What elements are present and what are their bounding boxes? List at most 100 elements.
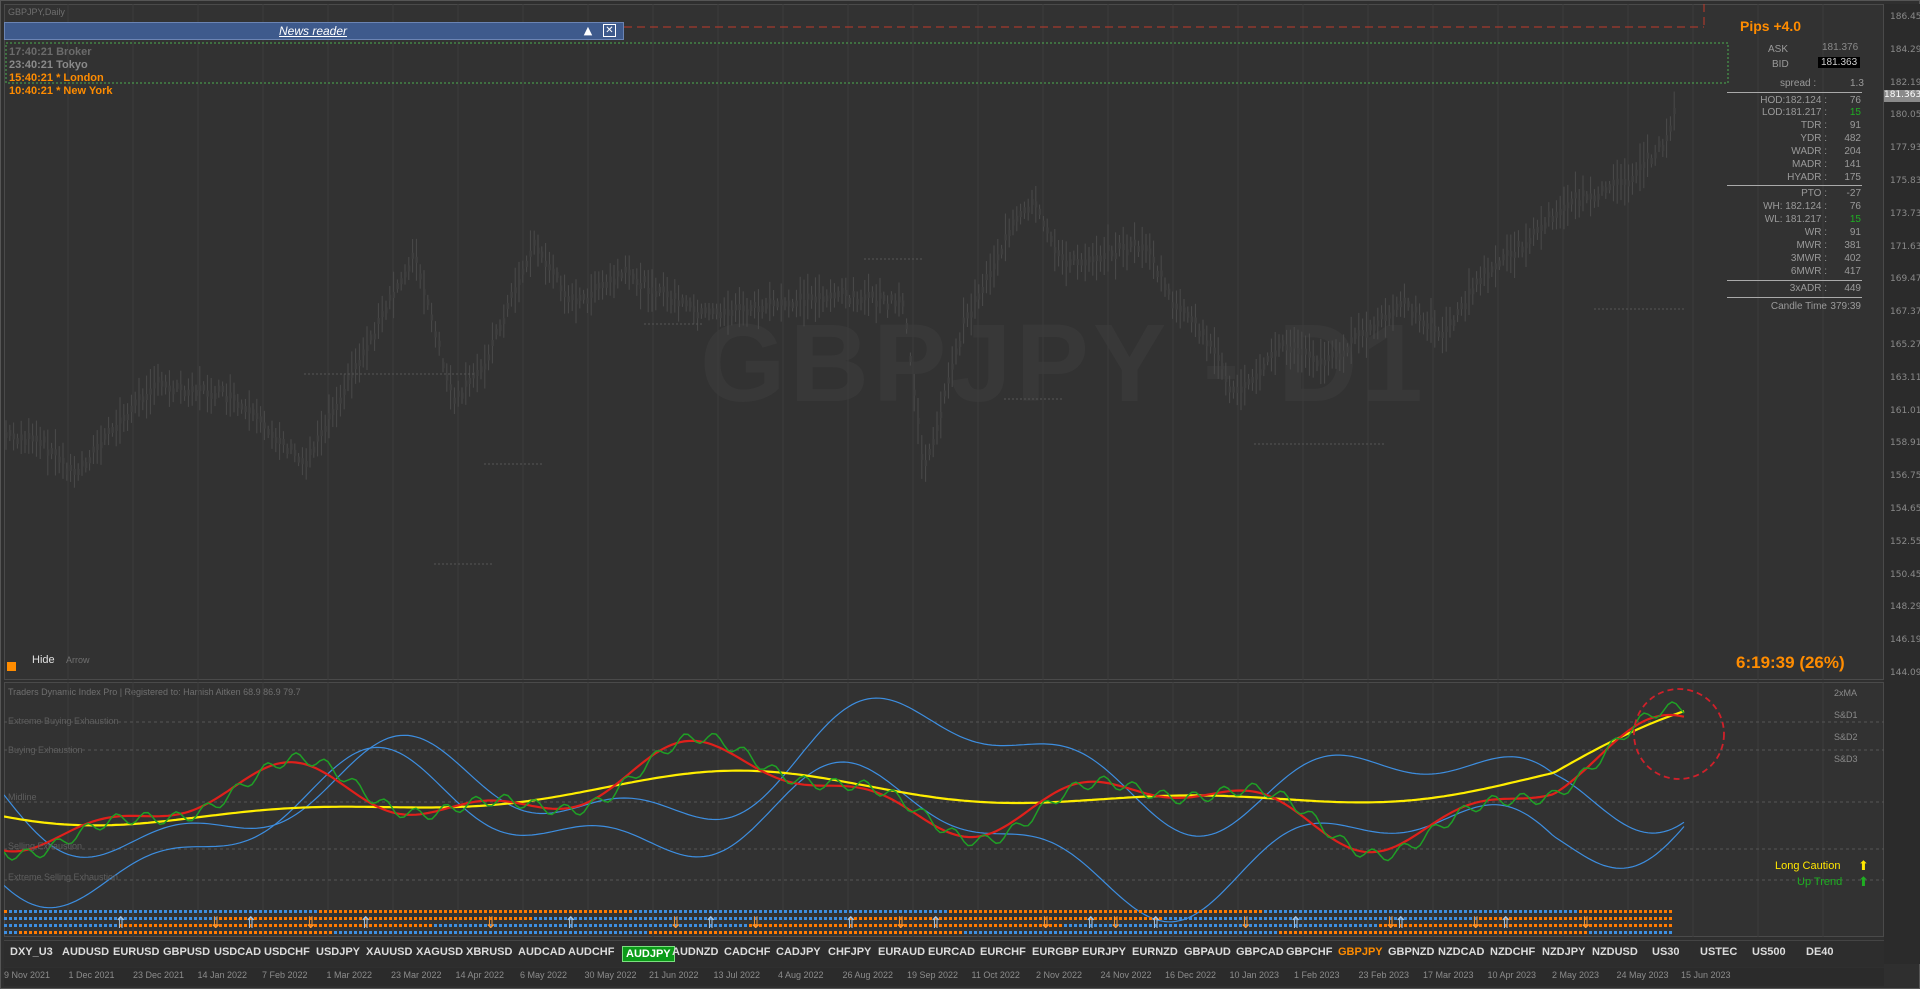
session-row: 23:40:21 Tokyo bbox=[9, 59, 88, 71]
symbol-button-us500[interactable]: US500 bbox=[1752, 946, 1786, 958]
price-tick: 167.374 bbox=[1890, 307, 1920, 318]
date-label: 10 Apr 2023 bbox=[1487, 970, 1537, 980]
symbol-button-eurnzd[interactable]: EURNZD bbox=[1132, 946, 1178, 958]
hide-button[interactable]: Hide bbox=[32, 654, 55, 666]
symbol-button-cadjpy[interactable]: CADJPY bbox=[776, 946, 821, 958]
date-label: 26 Aug 2022 bbox=[842, 970, 894, 980]
news-reader-title[interactable]: News reader bbox=[279, 24, 347, 38]
indicator-right-label: 2xMA bbox=[1834, 688, 1858, 698]
svg-text:⇑: ⇑ bbox=[1289, 913, 1302, 932]
price-tick: 156.754 bbox=[1890, 471, 1920, 482]
stat-value: 204 bbox=[1844, 146, 1861, 157]
symbol-button-usdchf[interactable]: USDCHF bbox=[264, 946, 310, 958]
symbol-button-us30[interactable]: US30 bbox=[1652, 946, 1680, 958]
stat-value: 91 bbox=[1849, 227, 1861, 238]
stat-value: 402 bbox=[1844, 253, 1861, 264]
symbol-button-gbpusd[interactable]: GBPUSD bbox=[163, 946, 210, 958]
date-label: 9 Nov 2021 bbox=[4, 970, 51, 980]
stats-divider bbox=[1727, 185, 1862, 186]
hide-toggle-icon[interactable] bbox=[7, 662, 16, 671]
tdi-indicator-chart[interactable] bbox=[4, 682, 1884, 937]
symbol-button-xauusd[interactable]: XAUUSD bbox=[366, 946, 412, 958]
indicator-level-label: Buying Exhaustion bbox=[8, 745, 83, 755]
date-label: 13 Jul 2022 bbox=[713, 970, 761, 980]
price-chart[interactable] bbox=[4, 4, 1884, 680]
date-label: 14 Apr 2022 bbox=[455, 970, 505, 980]
svg-text:⇓: ⇓ bbox=[669, 913, 682, 932]
news-reader-panel[interactable]: News reader ▲ ✕ bbox=[4, 22, 624, 40]
date-label: 23 Mar 2022 bbox=[391, 970, 442, 980]
ask-label: ASK bbox=[1768, 44, 1789, 55]
symbol-button-xagusd[interactable]: XAGUSD bbox=[416, 946, 463, 958]
symbol-button-gbpcad[interactable]: GBPCAD bbox=[1236, 946, 1284, 958]
stat-value: 417 bbox=[1844, 266, 1861, 277]
symbol-button-eurchf[interactable]: EURCHF bbox=[980, 946, 1026, 958]
price-tick: 161.014 bbox=[1890, 405, 1920, 416]
symbol-button-audusd[interactable]: AUDUSD bbox=[62, 946, 109, 958]
symbol-button-gbpjpy[interactable]: GBPJPY bbox=[1338, 946, 1383, 958]
symbol-button-usdcad[interactable]: USDCAD bbox=[214, 946, 261, 958]
indicator-level-label: Extreme Selling Exhaustion bbox=[8, 872, 119, 882]
arrow-up-yellow-icon: ⬆ bbox=[1858, 858, 1869, 873]
up-trend-label: Up Trend bbox=[1797, 876, 1843, 888]
symbol-button-eurusd[interactable]: EURUSD bbox=[113, 946, 159, 958]
price-tick: 158.914 bbox=[1890, 438, 1920, 449]
symbol-button-nzdjpy[interactable]: NZDJPY bbox=[1542, 946, 1585, 958]
date-label: 14 Jan 2022 bbox=[197, 970, 248, 980]
symbol-button-usdjpy[interactable]: USDJPY bbox=[316, 946, 360, 958]
symbol-button-gbpnzd[interactable]: GBPNZD bbox=[1388, 946, 1434, 958]
indicator-level-label: Extreme Buying Exhaustion bbox=[8, 716, 119, 726]
stats-divider bbox=[1727, 92, 1862, 93]
svg-text:⇑: ⇑ bbox=[929, 913, 942, 932]
price-tick: 171.634 bbox=[1890, 241, 1920, 252]
symbol-button-audcad[interactable]: AUDCAD bbox=[518, 946, 566, 958]
date-label: 17 Mar 2023 bbox=[1423, 970, 1474, 980]
symbol-button-euraud[interactable]: EURAUD bbox=[878, 946, 925, 958]
collapse-icon[interactable]: ▲ bbox=[581, 24, 595, 38]
symbol-button-gbpchf[interactable]: GBPCHF bbox=[1286, 946, 1332, 958]
candle-timer: 6:19:39 (26%) bbox=[1736, 653, 1845, 672]
pips-label: Pips +4.0 bbox=[1740, 18, 1802, 34]
symbol-button-xbrusd[interactable]: XBRUSD bbox=[466, 946, 512, 958]
bid-label: BID bbox=[1772, 59, 1789, 70]
indicator-right-label: S&D2 bbox=[1834, 732, 1858, 742]
symbol-button-cadchf[interactable]: CADCHF bbox=[724, 946, 770, 958]
arrow-up-green-icon: ⬆ bbox=[1858, 874, 1869, 889]
symbol-button-audchf[interactable]: AUDCHF bbox=[568, 946, 614, 958]
bid-price: 181.363 bbox=[1818, 57, 1861, 68]
date-label: 24 Nov 2022 bbox=[1100, 970, 1152, 980]
price-tick: 169.474 bbox=[1890, 274, 1920, 285]
symbol-button-de40[interactable]: DE40 bbox=[1806, 946, 1834, 958]
signal-row-chart: ⇑ ⇓ ⇑ ⇓ ⇑ ⇓ ⇑ ⇓ ⇑ ⇓ ⇑ ⇓ ⇑ ⇓ ⇑ ⇓ ⇑ ⇓ ⇑ ⇓⇑ ⇓ ⇑ ⇓ bbox=[4, 910, 1672, 934]
symbol-button-eurgbp[interactable]: EURGBP bbox=[1032, 946, 1079, 958]
stats-divider bbox=[1727, 280, 1862, 281]
indicator-level-label: Midline bbox=[8, 792, 37, 802]
svg-text:⇑: ⇑ bbox=[359, 913, 372, 932]
stat-value: 76 bbox=[1849, 95, 1861, 106]
symbol-button-nzdusd[interactable]: NZDUSD bbox=[1592, 946, 1638, 958]
symbol-button-audjpy[interactable]: AUDJPY bbox=[622, 946, 675, 962]
close-icon[interactable]: ✕ bbox=[603, 24, 616, 37]
symbol-button-dxy_u3[interactable]: DXY_U3 bbox=[10, 946, 53, 958]
symbol-button-nzdchf[interactable]: NZDCHF bbox=[1490, 946, 1535, 958]
price-tick: 144.094 bbox=[1890, 668, 1920, 678]
symbol-button-ustec[interactable]: USTEC bbox=[1700, 946, 1737, 958]
symbol-button-eurjpy[interactable]: EURJPY bbox=[1082, 946, 1126, 958]
arrow-button[interactable]: Arrow bbox=[66, 655, 90, 665]
symbol-button-chfjpy[interactable]: CHFJPY bbox=[828, 946, 871, 958]
date-label: 1 Mar 2022 bbox=[326, 970, 373, 980]
symbol-button-nzdcad[interactable]: NZDCAD bbox=[1438, 946, 1484, 958]
date-label: 23 Dec 2021 bbox=[133, 970, 185, 980]
date-label: 16 Dec 2022 bbox=[1165, 970, 1217, 980]
stat-value: 449 bbox=[1844, 283, 1861, 294]
spread-label: spread : bbox=[1780, 78, 1817, 89]
stat-value: 379:39 bbox=[1830, 301, 1861, 312]
date-label: 10 Jan 2023 bbox=[1229, 970, 1280, 980]
symbol-button-eurcad[interactable]: EURCAD bbox=[928, 946, 975, 958]
date-label: 2 Nov 2022 bbox=[1036, 970, 1083, 980]
symbol-button-audnzd[interactable]: AUDNZD bbox=[672, 946, 718, 958]
symbol-button-gbpaud[interactable]: GBPAUD bbox=[1184, 946, 1231, 958]
svg-text:⇓: ⇓ bbox=[1579, 913, 1592, 932]
date-label: 4 Aug 2022 bbox=[778, 970, 824, 980]
price-tick: 150.454 bbox=[1890, 569, 1920, 580]
